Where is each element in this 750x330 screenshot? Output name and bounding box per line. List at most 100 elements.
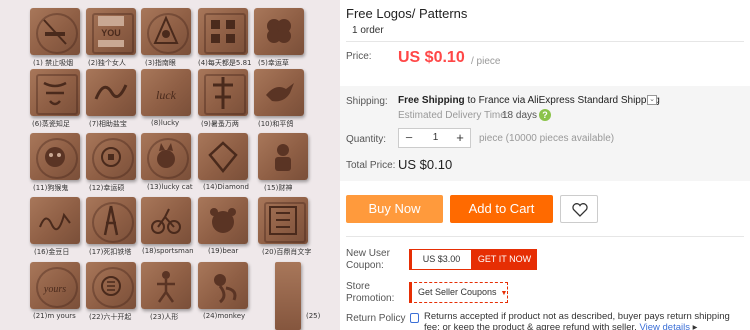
pattern-caption: (23)人形 — [150, 313, 179, 321]
pattern-caption: (24)monkey — [203, 312, 246, 320]
pattern-caption: (6)蒸瓷知足 — [32, 120, 70, 128]
cyclist-icon — [151, 208, 181, 234]
pattern-tile-16[interactable] — [30, 197, 80, 244]
pattern-tile-18[interactable] — [141, 197, 191, 244]
product-image-gallery: (1) 禁止吸烟 YOU (2)独个女人 (3)指南眼 (4)每天都是5.81 … — [0, 0, 340, 330]
pattern-caption: (11)狗猴鬼 — [33, 184, 69, 192]
add-to-cart-button[interactable]: Add to Cart — [450, 195, 553, 223]
heart-icon — [572, 203, 588, 217]
human-figure-icon — [157, 271, 175, 303]
script-signature-icon — [39, 212, 71, 231]
delivery-days: 18 days — [502, 110, 538, 121]
shipping-label: Shipping: — [346, 96, 388, 107]
pattern-caption: (20)百鼎肖文字 — [262, 248, 312, 256]
pattern-caption: (3)指南眼 — [145, 59, 176, 67]
compass-icon — [153, 15, 179, 44]
delivery-time-label: Estimated Delivery Time: — [398, 110, 509, 121]
pattern-caption: (13)lucky cat — [147, 183, 193, 191]
get-coupon-button[interactable]: GET IT NOW — [472, 249, 537, 270]
pattern-tile-25[interactable] — [275, 262, 301, 330]
chinese-seal-icon — [101, 276, 121, 296]
shipping-destination: to France via AliExpress Standard Shippi… — [464, 95, 660, 106]
pattern-tile-24[interactable] — [198, 262, 248, 309]
coupon-label: New User Coupon: — [346, 248, 390, 271]
chinese-characters-icon — [211, 20, 235, 43]
price-unit: / piece — [471, 56, 501, 67]
quantity-label: Quantity: — [346, 134, 387, 145]
product-price: US $0.10 — [398, 49, 465, 66]
pattern-tile-5[interactable] — [254, 8, 304, 55]
lucky-cat-icon — [157, 143, 175, 168]
pattern-tile-6[interactable] — [30, 69, 80, 116]
quantity-input[interactable]: 1 — [419, 129, 452, 147]
pattern-tile-23[interactable] — [141, 262, 191, 309]
pattern-tile-4[interactable] — [198, 8, 248, 55]
pattern-caption: (19)bear — [208, 247, 239, 255]
free-shipping-text: Free Shipping — [398, 95, 465, 106]
pattern-tile-22[interactable] — [86, 262, 136, 309]
pattern-caption: (14)Diamond — [203, 183, 249, 191]
four-leaf-clover-icon — [267, 19, 291, 43]
return-policy-text: Returns accepted if product not as descr… — [424, 311, 746, 330]
total-price-label: Total Price: — [346, 160, 396, 171]
product-details-panel: Free Logos/ Patterns 1 order Price: US $… — [340, 0, 750, 330]
pattern-caption: (18)sportsman — [142, 247, 194, 255]
calligraphy-character-icon — [213, 77, 233, 109]
promo-text: Get Seller Coupons — [418, 287, 497, 297]
lucky-script-icon: luck — [156, 88, 177, 102]
coin-icon — [101, 147, 121, 167]
pattern-tile-13[interactable] — [141, 133, 191, 180]
pattern-caption: (17)死扣铁塔 — [89, 248, 132, 256]
pattern-tile-1[interactable] — [30, 8, 80, 55]
pattern-caption: (21)m yours — [33, 312, 76, 320]
no-smoking-icon — [43, 19, 67, 45]
pattern-tile-20[interactable] — [258, 197, 308, 244]
pattern-caption: (10)和平鸽 — [258, 120, 294, 128]
total-price: US $0.10 — [398, 157, 453, 172]
help-icon[interactable]: ? — [539, 109, 551, 121]
return-policy-icon — [410, 313, 419, 323]
plus-icon[interactable]: + — [450, 129, 470, 147]
pattern-tile-8[interactable]: luck — [141, 69, 191, 116]
pattern-tile-7[interactable] — [86, 69, 136, 116]
new-user-coupon: US $3.00 GET IT NOW — [409, 249, 537, 270]
pattern-tile-15[interactable] — [258, 133, 308, 180]
get-seller-coupons-dropdown[interactable]: Get Seller Coupons ▼ — [409, 282, 508, 303]
pattern-tile-21[interactable]: yours — [30, 262, 80, 309]
pattern-caption: (2)独个女人 — [88, 59, 126, 67]
caret-down-icon: ▼ — [500, 290, 508, 297]
coupon-value: US $3.00 — [412, 249, 472, 270]
pattern-tile-17[interactable] — [86, 197, 136, 244]
pattern-tile-9[interactable] — [198, 69, 248, 116]
price-label: Price: — [346, 51, 372, 62]
pattern-tile-12[interactable] — [86, 133, 136, 180]
dragon-icon — [94, 84, 128, 100]
view-details-link[interactable]: View details — [639, 322, 690, 330]
pattern-tile-10[interactable] — [254, 69, 304, 116]
pattern-tile-11[interactable] — [30, 133, 80, 180]
diamond-icon — [208, 141, 238, 173]
minus-icon[interactable]: − — [399, 129, 419, 147]
fortune-god-icon — [275, 144, 291, 171]
svg-text:yours: yours — [43, 284, 66, 295]
svg-text:YOU: YOU — [101, 28, 121, 38]
dove-icon — [266, 83, 294, 102]
pattern-tile-2[interactable]: YOU — [86, 8, 136, 55]
pattern-tile-19[interactable] — [198, 197, 248, 244]
quantity-available: piece (10000 pieces available) — [479, 133, 615, 144]
buy-now-button[interactable]: Buy Now — [346, 195, 443, 223]
pattern-tile-3[interactable] — [141, 8, 191, 55]
quantity-stepper: − 1 + — [398, 128, 471, 148]
pattern-caption: (4)每天都是5.81 — [198, 59, 252, 67]
bear-icon — [210, 208, 236, 233]
wishlist-button[interactable] — [560, 195, 598, 223]
divider — [346, 236, 744, 237]
shipping-method: Free Shipping to France via AliExpress S… — [398, 95, 660, 106]
pattern-caption: (5)幸运草 — [258, 59, 289, 67]
pattern-caption: (12)幸运硕 — [89, 184, 125, 192]
monkey-face-icon — [45, 147, 65, 167]
store-promotion-label: Store Promotion: — [346, 281, 395, 304]
chevron-down-icon[interactable]: ⌄ — [647, 95, 657, 105]
pattern-tile-14[interactable] — [198, 133, 248, 180]
monkey-icon — [214, 274, 237, 304]
